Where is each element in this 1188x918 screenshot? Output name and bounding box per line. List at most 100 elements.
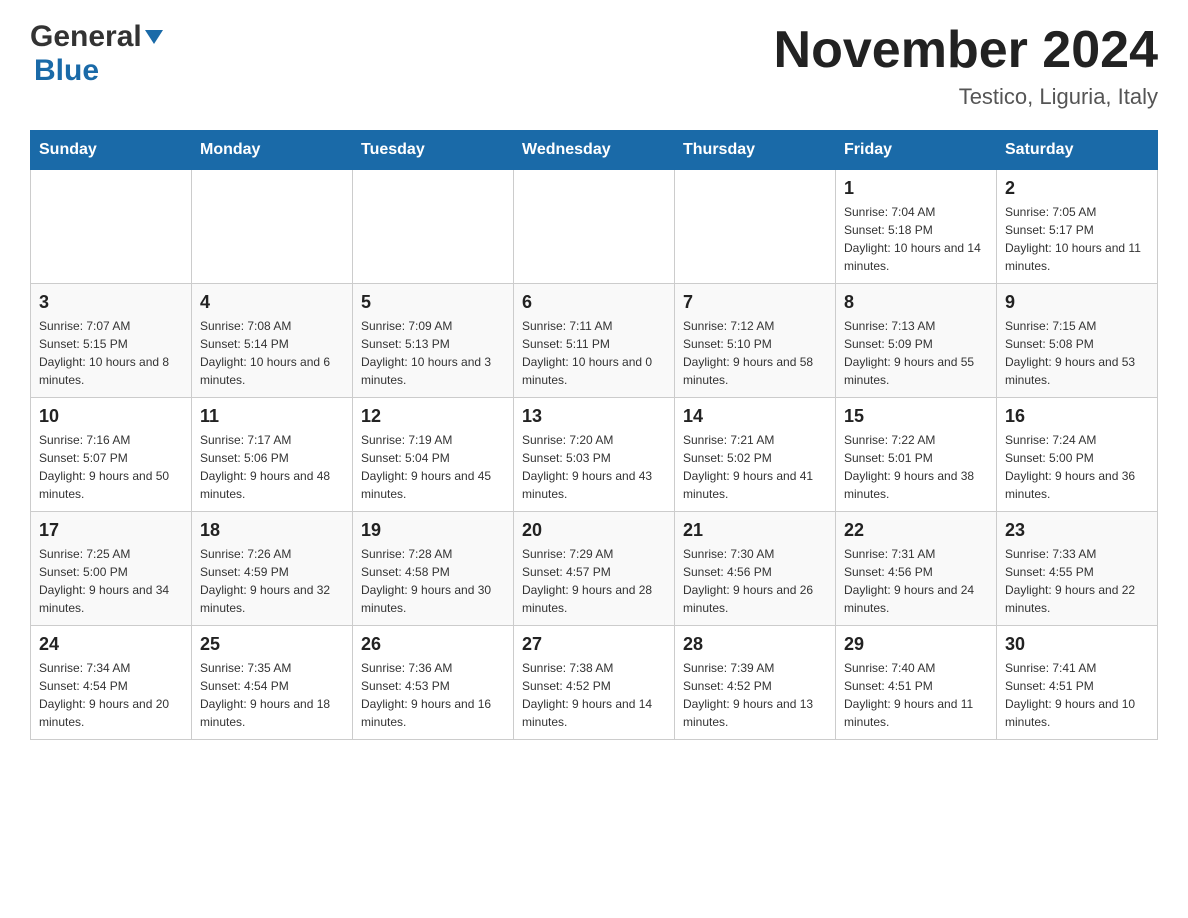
day-number: 30 bbox=[1005, 634, 1149, 655]
day-info: Sunrise: 7:22 AMSunset: 5:01 PMDaylight:… bbox=[844, 431, 988, 503]
location-subtitle: Testico, Liguria, Italy bbox=[774, 84, 1158, 110]
calendar-cell: 27Sunrise: 7:38 AMSunset: 4:52 PMDayligh… bbox=[514, 626, 675, 740]
weekday-header-thursday: Thursday bbox=[675, 131, 836, 170]
day-number: 17 bbox=[39, 520, 183, 541]
day-number: 10 bbox=[39, 406, 183, 427]
day-info: Sunrise: 7:26 AMSunset: 4:59 PMDaylight:… bbox=[200, 545, 344, 617]
day-info: Sunrise: 7:25 AMSunset: 5:00 PMDaylight:… bbox=[39, 545, 183, 617]
day-info: Sunrise: 7:29 AMSunset: 4:57 PMDaylight:… bbox=[522, 545, 666, 617]
day-info: Sunrise: 7:17 AMSunset: 5:06 PMDaylight:… bbox=[200, 431, 344, 503]
day-info: Sunrise: 7:28 AMSunset: 4:58 PMDaylight:… bbox=[361, 545, 505, 617]
day-number: 29 bbox=[844, 634, 988, 655]
weekday-header-saturday: Saturday bbox=[997, 131, 1158, 170]
calendar-cell: 29Sunrise: 7:40 AMSunset: 4:51 PMDayligh… bbox=[836, 626, 997, 740]
calendar-cell: 21Sunrise: 7:30 AMSunset: 4:56 PMDayligh… bbox=[675, 512, 836, 626]
page-header: General Blue November 2024 Testico, Ligu… bbox=[30, 20, 1158, 110]
day-info: Sunrise: 7:20 AMSunset: 5:03 PMDaylight:… bbox=[522, 431, 666, 503]
day-number: 3 bbox=[39, 292, 183, 313]
calendar-cell: 2 Sunrise: 7:05 AMSunset: 5:17 PMDaylight… bbox=[997, 170, 1158, 284]
calendar-cell: 28 Sunrise: 7:39 AMSunset: 4:52 PMDayligh… bbox=[675, 626, 836, 740]
calendar-cell bbox=[353, 170, 514, 284]
day-number: 24 bbox=[39, 634, 183, 655]
weekday-header-tuesday: Tuesday bbox=[353, 131, 514, 170]
day-info: Sunrise: 7:30 AMSunset: 4:56 PMDaylight:… bbox=[683, 545, 827, 617]
day-info: Sunrise: 7:33 AMSunset: 4:55 PMDaylight:… bbox=[1005, 545, 1149, 617]
calendar-cell: 30 Sunrise: 7:41 AMSunset: 4:51 PMDayligh… bbox=[997, 626, 1158, 740]
day-number: 4 bbox=[200, 292, 344, 313]
day-info: Sunrise: 7:39 AMSunset: 4:52 PMDaylight:… bbox=[683, 659, 827, 731]
logo-general-text: General bbox=[30, 20, 142, 54]
calendar-cell: 12 Sunrise: 7:19 AMSunset: 5:04 PMDayligh… bbox=[353, 398, 514, 512]
day-info: Sunrise: 7:34 AMSunset: 4:54 PMDaylight:… bbox=[39, 659, 183, 731]
logo-triangle-icon bbox=[145, 30, 163, 49]
day-number: 9 bbox=[1005, 292, 1149, 313]
day-info: Sunrise: 7:05 AMSunset: 5:17 PMDaylight:… bbox=[1005, 203, 1149, 275]
day-info: Sunrise: 7:21 AMSunset: 5:02 PMDaylight:… bbox=[683, 431, 827, 503]
calendar-cell: 14 Sunrise: 7:21 AMSunset: 5:02 PMDayligh… bbox=[675, 398, 836, 512]
calendar-cell: 26 Sunrise: 7:36 AMSunset: 4:53 PMDayligh… bbox=[353, 626, 514, 740]
calendar-cell bbox=[31, 170, 192, 284]
calendar-cell: 17 Sunrise: 7:25 AMSunset: 5:00 PMDayligh… bbox=[31, 512, 192, 626]
calendar-cell bbox=[514, 170, 675, 284]
weekday-header-friday: Friday bbox=[836, 131, 997, 170]
day-number: 23 bbox=[1005, 520, 1149, 541]
day-number: 8 bbox=[844, 292, 988, 313]
calendar-week-1: 1 Sunrise: 7:04 AMSunset: 5:18 PMDaylight… bbox=[31, 170, 1158, 284]
calendar-cell bbox=[675, 170, 836, 284]
weekday-header-row: SundayMondayTuesdayWednesdayThursdayFrid… bbox=[31, 131, 1158, 170]
day-info: Sunrise: 7:35 AMSunset: 4:54 PMDaylight:… bbox=[200, 659, 344, 731]
day-info: Sunrise: 7:04 AMSunset: 5:18 PMDaylight:… bbox=[844, 203, 988, 275]
day-number: 2 bbox=[1005, 178, 1149, 199]
day-info: Sunrise: 7:24 AMSunset: 5:00 PMDaylight:… bbox=[1005, 431, 1149, 503]
logo: General Blue bbox=[30, 20, 163, 88]
calendar-cell: 22Sunrise: 7:31 AMSunset: 4:56 PMDayligh… bbox=[836, 512, 997, 626]
day-info: Sunrise: 7:09 AMSunset: 5:13 PMDaylight:… bbox=[361, 317, 505, 389]
month-year-title: November 2024 bbox=[774, 20, 1158, 80]
calendar-week-4: 17 Sunrise: 7:25 AMSunset: 5:00 PMDayligh… bbox=[31, 512, 1158, 626]
day-number: 1 bbox=[844, 178, 988, 199]
calendar-cell: 16Sunrise: 7:24 AMSunset: 5:00 PMDayligh… bbox=[997, 398, 1158, 512]
calendar-week-2: 3 Sunrise: 7:07 AMSunset: 5:15 PMDaylight… bbox=[31, 284, 1158, 398]
day-info: Sunrise: 7:31 AMSunset: 4:56 PMDaylight:… bbox=[844, 545, 988, 617]
calendar-cell: 23 Sunrise: 7:33 AMSunset: 4:55 PMDayligh… bbox=[997, 512, 1158, 626]
day-number: 7 bbox=[683, 292, 827, 313]
day-info: Sunrise: 7:08 AMSunset: 5:14 PMDaylight:… bbox=[200, 317, 344, 389]
day-info: Sunrise: 7:19 AMSunset: 5:04 PMDaylight:… bbox=[361, 431, 505, 503]
calendar-cell: 19 Sunrise: 7:28 AMSunset: 4:58 PMDayligh… bbox=[353, 512, 514, 626]
day-number: 19 bbox=[361, 520, 505, 541]
day-number: 6 bbox=[522, 292, 666, 313]
calendar-cell: 1 Sunrise: 7:04 AMSunset: 5:18 PMDaylight… bbox=[836, 170, 997, 284]
day-info: Sunrise: 7:15 AMSunset: 5:08 PMDaylight:… bbox=[1005, 317, 1149, 389]
calendar-cell: 18 Sunrise: 7:26 AMSunset: 4:59 PMDayligh… bbox=[192, 512, 353, 626]
day-number: 12 bbox=[361, 406, 505, 427]
calendar-cell: 20 Sunrise: 7:29 AMSunset: 4:57 PMDayligh… bbox=[514, 512, 675, 626]
day-number: 20 bbox=[522, 520, 666, 541]
day-info: Sunrise: 7:36 AMSunset: 4:53 PMDaylight:… bbox=[361, 659, 505, 731]
day-number: 28 bbox=[683, 634, 827, 655]
calendar-cell: 4 Sunrise: 7:08 AMSunset: 5:14 PMDaylight… bbox=[192, 284, 353, 398]
weekday-header-wednesday: Wednesday bbox=[514, 131, 675, 170]
day-number: 18 bbox=[200, 520, 344, 541]
day-number: 15 bbox=[844, 406, 988, 427]
calendar-cell: 10 Sunrise: 7:16 AMSunset: 5:07 PMDayligh… bbox=[31, 398, 192, 512]
day-info: Sunrise: 7:07 AMSunset: 5:15 PMDaylight:… bbox=[39, 317, 183, 389]
calendar-cell: 15 Sunrise: 7:22 AMSunset: 5:01 PMDayligh… bbox=[836, 398, 997, 512]
day-number: 14 bbox=[683, 406, 827, 427]
day-info: Sunrise: 7:16 AMSunset: 5:07 PMDaylight:… bbox=[39, 431, 183, 503]
day-info: Sunrise: 7:13 AMSunset: 5:09 PMDaylight:… bbox=[844, 317, 988, 389]
calendar-cell bbox=[192, 170, 353, 284]
calendar-cell: 3 Sunrise: 7:07 AMSunset: 5:15 PMDaylight… bbox=[31, 284, 192, 398]
title-block: November 2024 Testico, Liguria, Italy bbox=[774, 20, 1158, 110]
logo-blue-text: Blue bbox=[34, 54, 99, 87]
day-number: 26 bbox=[361, 634, 505, 655]
day-info: Sunrise: 7:41 AMSunset: 4:51 PMDaylight:… bbox=[1005, 659, 1149, 731]
day-number: 13 bbox=[522, 406, 666, 427]
calendar-cell: 9 Sunrise: 7:15 AMSunset: 5:08 PMDaylight… bbox=[997, 284, 1158, 398]
calendar-week-5: 24 Sunrise: 7:34 AMSunset: 4:54 PMDayligh… bbox=[31, 626, 1158, 740]
calendar-cell: 7 Sunrise: 7:12 AMSunset: 5:10 PMDaylight… bbox=[675, 284, 836, 398]
day-number: 5 bbox=[361, 292, 505, 313]
day-info: Sunrise: 7:12 AMSunset: 5:10 PMDaylight:… bbox=[683, 317, 827, 389]
day-number: 11 bbox=[200, 406, 344, 427]
calendar-cell: 5 Sunrise: 7:09 AMSunset: 5:13 PMDaylight… bbox=[353, 284, 514, 398]
calendar-cell: 24 Sunrise: 7:34 AMSunset: 4:54 PMDayligh… bbox=[31, 626, 192, 740]
